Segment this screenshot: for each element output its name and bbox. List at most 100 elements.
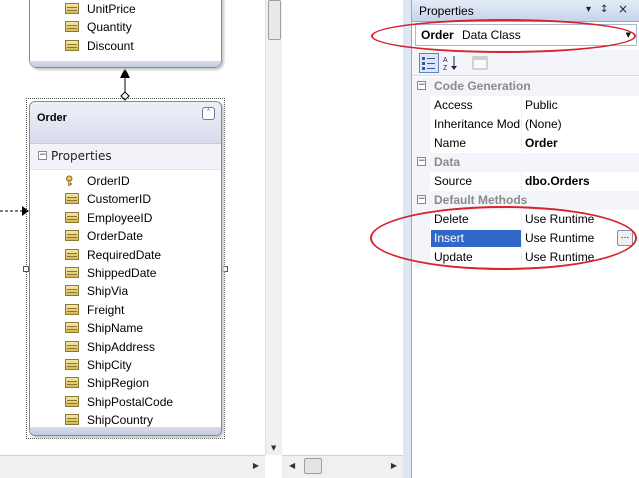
property-name: ShipPostalCode (87, 394, 174, 409)
property-name: Source (434, 174, 473, 188)
property-pages-button[interactable] (470, 53, 490, 73)
minus-icon[interactable]: − (417, 81, 426, 90)
alphabetical-button[interactable]: A Z (441, 53, 461, 73)
property-name: OrderID (87, 174, 130, 188)
collapse-icon[interactable]: ˄ (202, 107, 215, 120)
order-property-list: OrderID CustomerID EmployeeID OrderDate Requ… (30, 170, 221, 429)
minus-icon[interactable]: − (417, 195, 426, 204)
resize-handle-right[interactable] (222, 266, 228, 272)
column-icon (65, 248, 79, 260)
property-name: Access (434, 98, 473, 112)
entity-property-row[interactable]: ShipPostalCode (30, 393, 221, 411)
category-row[interactable]: − Data (412, 153, 639, 172)
property-name: ShipName (87, 321, 144, 336)
row-gutter (412, 134, 430, 153)
minus-icon[interactable]: − (417, 157, 426, 166)
property-name: ShipCity (87, 357, 132, 372)
column-icon (65, 340, 79, 352)
entity-property-row[interactable]: EmployeeID (30, 209, 221, 227)
category-label: Default Methods (434, 193, 528, 207)
key-icon (66, 175, 73, 186)
property-name: RequiredDate (87, 247, 162, 262)
annotation-ellipse (371, 19, 636, 53)
entity-property-row[interactable]: OrderDate (30, 227, 221, 245)
column-icon (65, 377, 79, 389)
scroll-right-icon[interactable]: ▶ (391, 461, 397, 470)
column-icon (65, 285, 79, 297)
svg-text:Z: Z (443, 65, 448, 72)
property-pages-icon (472, 56, 488, 70)
horizontal-scrollbar[interactable]: ◀ ▶ (282, 455, 403, 478)
category-label: Data (434, 155, 461, 169)
pin-icon[interactable]: ↕ (600, 4, 608, 15)
categorized-icon (422, 57, 435, 70)
designer-vertical-scrollbar[interactable]: ▼ (265, 0, 282, 455)
annotation-ellipse (370, 206, 637, 270)
property-name: Quantity (87, 20, 132, 35)
property-name: Inheritance Modifier (434, 117, 520, 131)
scroll-down-icon[interactable]: ▼ (271, 444, 276, 452)
property-name: ShipVia (87, 284, 129, 299)
entity-property-row[interactable]: ShipName (30, 319, 221, 337)
property-value[interactable]: Public (525, 98, 558, 112)
column-icon (65, 230, 79, 242)
entity-title: Order (37, 112, 67, 124)
property-row[interactable]: Access Public (412, 96, 639, 115)
entity-property-row[interactable]: ShipRegion (30, 374, 221, 392)
designer-canvas[interactable]: UnitPrice Quantity Discount Order ˄ − Prop… (0, 0, 265, 455)
property-name: ShipCountry (87, 413, 154, 428)
dropdown-menu-icon[interactable]: ▾ (586, 4, 591, 15)
row-gutter (412, 115, 430, 134)
section-label: Properties (51, 149, 112, 163)
property-name: CustomerID (87, 192, 152, 207)
entity-property-row[interactable]: Freight (30, 301, 221, 319)
category-row[interactable]: − Code Generation (412, 77, 639, 96)
property-value[interactable]: Order (525, 136, 558, 150)
scroll-right-icon[interactable]: ▶ (253, 461, 259, 470)
sort-alphabetical-icon: A Z (443, 56, 457, 72)
column-icon (65, 414, 79, 426)
property-name: EmployeeID (87, 210, 153, 225)
close-icon[interactable]: × (618, 2, 628, 16)
entity-property-row[interactable]: ShippedDate (30, 264, 221, 282)
scroll-thumb[interactable] (304, 458, 322, 474)
column-separator (521, 172, 522, 191)
column-icon (65, 193, 79, 205)
entity-property-row[interactable]: CustomerID (30, 190, 221, 208)
column-icon (65, 39, 79, 51)
property-name: Name (434, 136, 467, 150)
column-icon (65, 266, 79, 278)
property-name: ShipAddress (87, 339, 156, 354)
column-separator (521, 134, 522, 153)
property-name: ShippedDate (87, 265, 157, 280)
property-name: Freight (87, 302, 125, 317)
column-separator (521, 96, 522, 115)
property-value[interactable]: dbo.Orders (525, 174, 590, 188)
scroll-thumb[interactable] (268, 0, 281, 40)
categorized-button[interactable] (419, 53, 439, 73)
properties-section-header[interactable]: − Properties (30, 144, 221, 170)
minus-icon[interactable]: − (38, 151, 47, 160)
row-gutter (412, 172, 430, 191)
column-icon (65, 395, 79, 407)
column-separator (521, 115, 522, 134)
order-entity[interactable]: Order ˄ − Properties OrderID CustomerID Em… (29, 101, 222, 436)
entity-property-row[interactable]: OrderID (30, 172, 221, 190)
column-icon (65, 21, 79, 33)
property-row[interactable]: Source dbo.Orders (412, 172, 639, 191)
column-icon (65, 322, 79, 334)
property-row[interactable]: Inheritance Modifier (None) (412, 115, 639, 134)
entity-property-row[interactable]: ShipCity (30, 356, 221, 374)
order-details-entity[interactable]: UnitPrice Quantity Discount (29, 0, 222, 68)
entity-property-row[interactable]: RequiredDate (30, 246, 221, 264)
entity-property-row[interactable]: ShipAddress (30, 338, 221, 356)
column-icon (65, 303, 79, 315)
entity-property-row[interactable]: ShipVia (30, 282, 221, 300)
scroll-left-icon[interactable]: ◀ (289, 461, 295, 470)
designer-horizontal-scrollbar[interactable]: ▶ (0, 455, 265, 478)
properties-toolbar: A Z (412, 50, 639, 76)
property-value[interactable]: (None) (525, 117, 562, 131)
property-name: Discount (87, 38, 134, 53)
category-label: Code Generation (434, 79, 531, 93)
property-row[interactable]: Name Order (412, 134, 639, 153)
